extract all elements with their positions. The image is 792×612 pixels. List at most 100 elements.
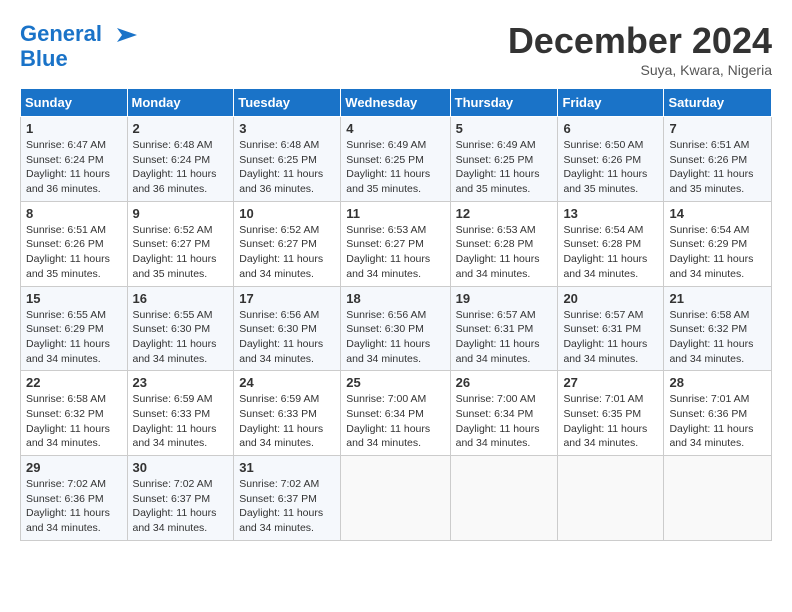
calendar-cell: 18 Sunrise: 6:56 AM Sunset: 6:30 PM Dayli…: [341, 286, 450, 371]
day-number: 18: [346, 291, 444, 306]
col-monday: Monday: [127, 89, 234, 117]
day-number: 19: [456, 291, 553, 306]
day-number: 16: [133, 291, 229, 306]
day-info: Sunrise: 6:49 AM Sunset: 6:25 PM Dayligh…: [456, 138, 553, 197]
calendar-cell: 8 Sunrise: 6:51 AM Sunset: 6:26 PM Daylig…: [21, 201, 128, 286]
calendar-cell: 26 Sunrise: 7:00 AM Sunset: 6:34 PM Dayli…: [450, 371, 558, 456]
day-info: Sunrise: 6:49 AM Sunset: 6:25 PM Dayligh…: [346, 138, 444, 197]
day-number: 14: [669, 206, 766, 221]
calendar-week-row: 22 Sunrise: 6:58 AM Sunset: 6:32 PM Dayli…: [21, 371, 772, 456]
day-number: 5: [456, 121, 553, 136]
day-number: 2: [133, 121, 229, 136]
day-info: Sunrise: 6:48 AM Sunset: 6:25 PM Dayligh…: [239, 138, 335, 197]
day-info: Sunrise: 7:00 AM Sunset: 6:34 PM Dayligh…: [456, 392, 553, 451]
day-info: Sunrise: 7:02 AM Sunset: 6:37 PM Dayligh…: [239, 477, 335, 536]
day-number: 20: [563, 291, 658, 306]
calendar-header-row: Sunday Monday Tuesday Wednesday Thursday…: [21, 89, 772, 117]
col-friday: Friday: [558, 89, 664, 117]
month-title: December 2024: [508, 20, 772, 62]
day-number: 30: [133, 460, 229, 475]
day-info: Sunrise: 7:01 AM Sunset: 6:35 PM Dayligh…: [563, 392, 658, 451]
calendar-cell: 5 Sunrise: 6:49 AM Sunset: 6:25 PM Daylig…: [450, 117, 558, 202]
logo: General Blue: [20, 20, 142, 72]
calendar-cell: 3 Sunrise: 6:48 AM Sunset: 6:25 PM Daylig…: [234, 117, 341, 202]
day-number: 24: [239, 375, 335, 390]
day-info: Sunrise: 6:51 AM Sunset: 6:26 PM Dayligh…: [26, 223, 122, 282]
calendar-cell: 28Sunrise: 7:01 AM Sunset: 6:36 PM Dayli…: [664, 371, 772, 456]
day-number: 12: [456, 206, 553, 221]
day-info: Sunrise: 7:00 AM Sunset: 6:34 PM Dayligh…: [346, 392, 444, 451]
day-info: Sunrise: 6:57 AM Sunset: 6:31 PM Dayligh…: [563, 308, 658, 367]
calendar-cell: 23 Sunrise: 6:59 AM Sunset: 6:33 PM Dayli…: [127, 371, 234, 456]
calendar-cell: 22 Sunrise: 6:58 AM Sunset: 6:32 PM Dayli…: [21, 371, 128, 456]
day-number: 29: [26, 460, 122, 475]
day-info: Sunrise: 6:54 AM Sunset: 6:28 PM Dayligh…: [563, 223, 658, 282]
day-info: Sunrise: 6:53 AM Sunset: 6:27 PM Dayligh…: [346, 223, 444, 282]
day-number: 26: [456, 375, 553, 390]
day-info: Sunrise: 6:59 AM Sunset: 6:33 PM Dayligh…: [133, 392, 229, 451]
col-tuesday: Tuesday: [234, 89, 341, 117]
calendar-cell: 10 Sunrise: 6:52 AM Sunset: 6:27 PM Dayli…: [234, 201, 341, 286]
calendar-cell: 12 Sunrise: 6:53 AM Sunset: 6:28 PM Dayli…: [450, 201, 558, 286]
day-info: Sunrise: 6:52 AM Sunset: 6:27 PM Dayligh…: [239, 223, 335, 282]
day-info: Sunrise: 6:56 AM Sunset: 6:30 PM Dayligh…: [239, 308, 335, 367]
day-number: 10: [239, 206, 335, 221]
day-info: Sunrise: 7:01 AM Sunset: 6:36 PM Dayligh…: [669, 392, 766, 451]
location-subtitle: Suya, Kwara, Nigeria: [508, 62, 772, 78]
calendar-week-row: 15Sunrise: 6:55 AM Sunset: 6:29 PM Dayli…: [21, 286, 772, 371]
day-info: Sunrise: 6:47 AM Sunset: 6:24 PM Dayligh…: [26, 138, 122, 197]
day-number: 7: [669, 121, 766, 136]
calendar-cell: 13 Sunrise: 6:54 AM Sunset: 6:28 PM Dayli…: [558, 201, 664, 286]
calendar-cell: 6Sunrise: 6:50 AM Sunset: 6:26 PM Daylig…: [558, 117, 664, 202]
day-number: 31: [239, 460, 335, 475]
day-info: Sunrise: 6:59 AM Sunset: 6:33 PM Dayligh…: [239, 392, 335, 451]
day-info: Sunrise: 6:58 AM Sunset: 6:32 PM Dayligh…: [669, 308, 766, 367]
calendar-cell: 16 Sunrise: 6:55 AM Sunset: 6:30 PM Dayli…: [127, 286, 234, 371]
calendar-week-row: 29 Sunrise: 7:02 AM Sunset: 6:36 PM Dayli…: [21, 456, 772, 541]
calendar-cell: 17 Sunrise: 6:56 AM Sunset: 6:30 PM Dayli…: [234, 286, 341, 371]
day-number: 8: [26, 206, 122, 221]
day-number: 17: [239, 291, 335, 306]
day-number: 23: [133, 375, 229, 390]
day-info: Sunrise: 6:58 AM Sunset: 6:32 PM Dayligh…: [26, 392, 122, 451]
calendar-cell: 20 Sunrise: 6:57 AM Sunset: 6:31 PM Dayli…: [558, 286, 664, 371]
day-number: 25: [346, 375, 444, 390]
col-saturday: Saturday: [664, 89, 772, 117]
calendar-cell: 24 Sunrise: 6:59 AM Sunset: 6:33 PM Dayli…: [234, 371, 341, 456]
day-number: 22: [26, 375, 122, 390]
day-number: 9: [133, 206, 229, 221]
day-info: Sunrise: 6:54 AM Sunset: 6:29 PM Dayligh…: [669, 223, 766, 282]
calendar-cell: 7Sunrise: 6:51 AM Sunset: 6:26 PM Daylig…: [664, 117, 772, 202]
calendar-cell: [558, 456, 664, 541]
calendar-cell: 4 Sunrise: 6:49 AM Sunset: 6:25 PM Daylig…: [341, 117, 450, 202]
day-info: Sunrise: 6:55 AM Sunset: 6:29 PM Dayligh…: [26, 308, 122, 367]
calendar-week-row: 8 Sunrise: 6:51 AM Sunset: 6:26 PM Daylig…: [21, 201, 772, 286]
day-info: Sunrise: 6:55 AM Sunset: 6:30 PM Dayligh…: [133, 308, 229, 367]
col-wednesday: Wednesday: [341, 89, 450, 117]
day-number: 3: [239, 121, 335, 136]
day-info: Sunrise: 6:50 AM Sunset: 6:26 PM Dayligh…: [563, 138, 658, 197]
day-info: Sunrise: 6:53 AM Sunset: 6:28 PM Dayligh…: [456, 223, 553, 282]
calendar-cell: 14 Sunrise: 6:54 AM Sunset: 6:29 PM Dayli…: [664, 201, 772, 286]
calendar-table: Sunday Monday Tuesday Wednesday Thursday…: [20, 88, 772, 541]
title-block: December 2024 Suya, Kwara, Nigeria: [508, 20, 772, 78]
calendar-cell: 31 Sunrise: 7:02 AM Sunset: 6:37 PM Dayli…: [234, 456, 341, 541]
day-number: 11: [346, 206, 444, 221]
day-info: Sunrise: 6:56 AM Sunset: 6:30 PM Dayligh…: [346, 308, 444, 367]
calendar-week-row: 1Sunrise: 6:47 AM Sunset: 6:24 PM Daylig…: [21, 117, 772, 202]
calendar-cell: 29 Sunrise: 7:02 AM Sunset: 6:36 PM Dayli…: [21, 456, 128, 541]
day-info: Sunrise: 7:02 AM Sunset: 6:36 PM Dayligh…: [26, 477, 122, 536]
day-number: 13: [563, 206, 658, 221]
calendar-cell: 15Sunrise: 6:55 AM Sunset: 6:29 PM Dayli…: [21, 286, 128, 371]
page-header: General Blue December 2024 Suya, Kwara, …: [20, 20, 772, 78]
day-number: 27: [563, 375, 658, 390]
calendar-cell: [450, 456, 558, 541]
day-info: Sunrise: 6:57 AM Sunset: 6:31 PM Dayligh…: [456, 308, 553, 367]
day-info: Sunrise: 6:48 AM Sunset: 6:24 PM Dayligh…: [133, 138, 229, 197]
calendar-cell: 9 Sunrise: 6:52 AM Sunset: 6:27 PM Daylig…: [127, 201, 234, 286]
calendar-cell: 25 Sunrise: 7:00 AM Sunset: 6:34 PM Dayli…: [341, 371, 450, 456]
day-info: Sunrise: 6:52 AM Sunset: 6:27 PM Dayligh…: [133, 223, 229, 282]
day-number: 21: [669, 291, 766, 306]
calendar-cell: [341, 456, 450, 541]
day-number: 4: [346, 121, 444, 136]
